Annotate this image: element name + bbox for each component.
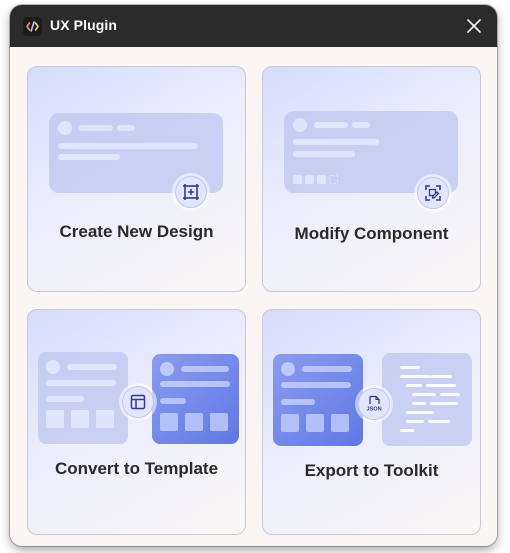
modify-component-card[interactable]: Modify Component [262, 66, 481, 292]
close-icon[interactable] [465, 17, 483, 35]
template-panel [152, 354, 239, 444]
json-label: JSON [366, 407, 381, 413]
card-label: Modify Component [294, 224, 449, 243]
convert-to-template-card[interactable]: Convert to Template [27, 309, 246, 535]
layout-template-icon [122, 386, 154, 418]
create-new-design-card[interactable]: Create New Design [27, 66, 246, 292]
export-to-toolkit-card[interactable]: JSON Export to Toolkit [262, 309, 481, 535]
add-frame-icon [175, 176, 207, 208]
plugin-window: UX Plugin Create New Design Modify Compo… [10, 5, 497, 546]
card-label: Export to Toolkit [304, 461, 439, 480]
json-file-icon: JSON [358, 388, 390, 420]
card-label: Create New Design [59, 222, 214, 241]
title-bar: UX Plugin [10, 5, 497, 47]
content-area: Create New Design Modify Component Conve… [10, 47, 497, 546]
mock-ui-panel [273, 354, 363, 446]
mock-ui-panel [38, 352, 128, 444]
code-icon [23, 17, 42, 36]
edit-frame-icon [417, 177, 449, 209]
code-panel [382, 353, 472, 446]
window-title: UX Plugin [50, 17, 118, 33]
card-label: Convert to Template [54, 459, 219, 478]
